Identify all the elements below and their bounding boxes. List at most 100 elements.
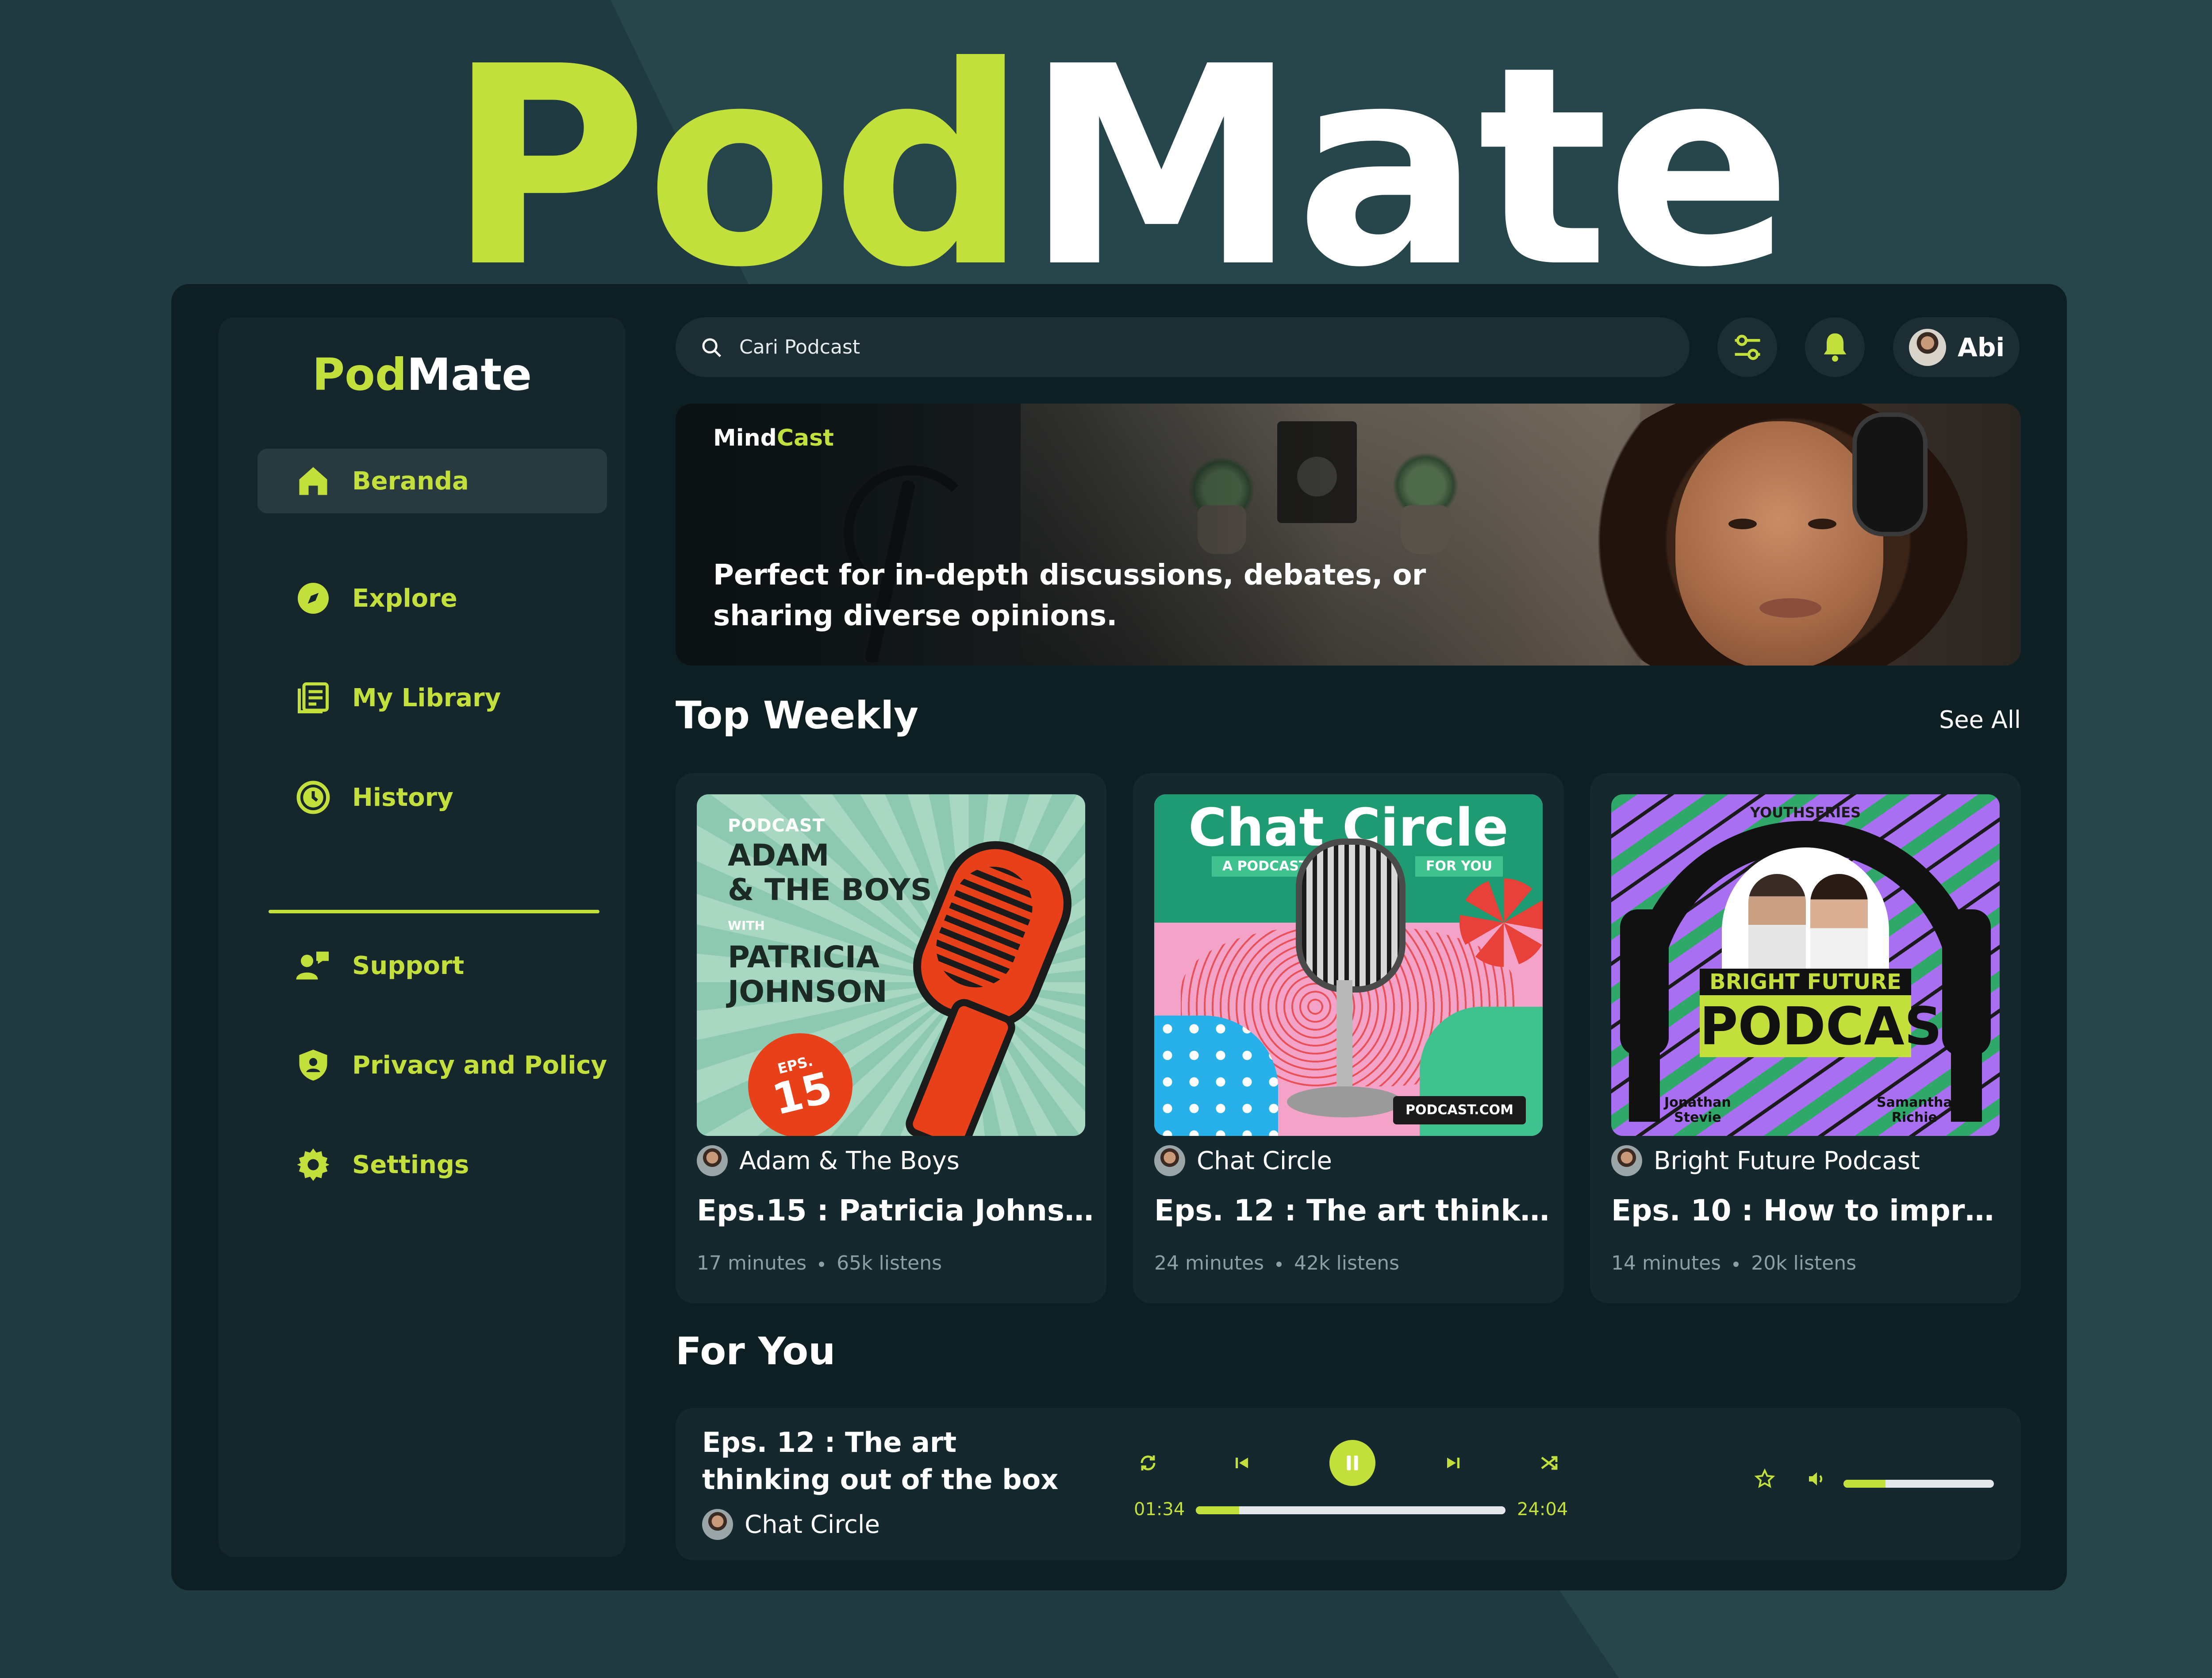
sliders-icon bbox=[1735, 335, 1760, 360]
cover-line: ADAM bbox=[728, 838, 830, 873]
user-profile-button[interactable]: Abi bbox=[1893, 317, 2020, 377]
host-name-line: Stevie bbox=[1674, 1110, 1721, 1125]
featured-banner[interactable]: MindCast Perfect for in-depth discussion… bbox=[676, 404, 2021, 666]
episode-title: Eps. 12 : The art thinking out of the bo… bbox=[1154, 1193, 1552, 1228]
banner-pot bbox=[1401, 505, 1450, 554]
volume-button[interactable] bbox=[1806, 1468, 1828, 1489]
app-window: PodMate Beranda Explore My Library Histo bbox=[171, 284, 2067, 1590]
search-input[interactable]: Cari Podcast bbox=[739, 336, 860, 358]
see-all-link[interactable]: See All bbox=[1939, 706, 2021, 734]
shuffle-icon bbox=[1541, 1456, 1558, 1470]
episode-stats: 14 minutes 20k listens bbox=[1611, 1252, 1856, 1274]
home-icon bbox=[295, 462, 332, 500]
repeat-button[interactable] bbox=[1137, 1452, 1159, 1474]
avatar bbox=[1909, 328, 1946, 366]
next-icon bbox=[1447, 1458, 1459, 1468]
cover-label: PODCAST bbox=[728, 816, 825, 836]
podcast-name: Bright Future Podcast bbox=[1654, 1146, 1920, 1175]
episode-duration: 24 minutes bbox=[1154, 1252, 1264, 1274]
pause-button[interactable] bbox=[1329, 1440, 1375, 1486]
section-title-for-you: For You bbox=[676, 1329, 836, 1374]
sidebar-logo-pod: Pod bbox=[312, 349, 407, 400]
player-source: Chat Circle bbox=[702, 1509, 880, 1540]
cover-pill: FOR YOU bbox=[1415, 856, 1503, 877]
sidebar-logo[interactable]: PodMate bbox=[219, 344, 626, 406]
current-time: 01:34 bbox=[1134, 1499, 1185, 1520]
cover-title: ADAM & THE BOYS bbox=[728, 839, 932, 908]
sidebar-item-label: Beranda bbox=[352, 466, 469, 496]
badge-number: 15 bbox=[768, 1062, 837, 1125]
shuffle-button[interactable] bbox=[1538, 1452, 1559, 1474]
sidebar-item-label: Settings bbox=[352, 1150, 469, 1179]
hero-logo-pod: Pod bbox=[447, 8, 1028, 327]
episode-listens: 65k listens bbox=[837, 1252, 942, 1274]
pause-icon bbox=[1347, 1455, 1358, 1470]
podcast-name: Adam & The Boys bbox=[739, 1146, 960, 1175]
sidebar-logo-mate: Mate bbox=[407, 349, 532, 400]
clock-icon bbox=[295, 779, 332, 816]
sidebar-item-settings[interactable]: Settings bbox=[257, 1132, 607, 1197]
volume-slider[interactable] bbox=[1843, 1480, 1994, 1488]
podcast-cover: Chat Circle A PODCAST FOR YOU PODCAST.CO… bbox=[1154, 794, 1543, 1136]
filter-button[interactable] bbox=[1717, 317, 1777, 377]
episode-duration: 17 minutes bbox=[697, 1252, 807, 1274]
podcast-card[interactable]: YOUTHSERIES BRIGHT FUTURE PODCAST Jonath… bbox=[1590, 773, 2021, 1303]
sidebar-item-label: My Library bbox=[352, 683, 501, 712]
podcast-name: Chat Circle bbox=[1197, 1146, 1332, 1175]
volume-icon bbox=[1809, 1472, 1823, 1486]
podcast-cover: YOUTHSERIES BRIGHT FUTURE PODCAST Jonath… bbox=[1611, 794, 2000, 1136]
volume-fill bbox=[1843, 1480, 1886, 1488]
total-time: 24:04 bbox=[1517, 1499, 1568, 1520]
star-icon bbox=[1754, 1468, 1775, 1488]
sidebar-item-my-library[interactable]: My Library bbox=[257, 666, 607, 730]
hero-logo-mate: Mate bbox=[1025, 8, 1792, 327]
episode-title: Eps. 10 : How to improve daily habits bbox=[1611, 1193, 2009, 1228]
player-episode-title[interactable]: Eps. 12 : The art thinking out of the bo… bbox=[702, 1424, 1091, 1498]
cover-line: & THE BOYS bbox=[728, 873, 932, 908]
favorite-button[interactable] bbox=[1754, 1468, 1775, 1489]
previous-icon bbox=[1236, 1458, 1248, 1468]
host-name-line: Jonathan bbox=[1664, 1095, 1731, 1110]
notifications-button[interactable] bbox=[1805, 317, 1865, 377]
episode-duration: 14 minutes bbox=[1611, 1252, 1721, 1274]
sidebar-item-history[interactable]: History bbox=[257, 765, 607, 830]
episode-title: Eps.15 : Patricia Johnson's Journey bbox=[697, 1193, 1095, 1228]
search-bar[interactable]: Cari Podcast bbox=[676, 317, 1690, 377]
progress-slider[interactable] bbox=[1196, 1506, 1505, 1514]
cover-line: BRIGHT FUTURE bbox=[1700, 969, 1911, 995]
episode-stats: 24 minutes 42k listens bbox=[1154, 1252, 1399, 1274]
sidebar-item-label: Privacy and Policy bbox=[352, 1051, 607, 1080]
next-button[interactable] bbox=[1443, 1452, 1464, 1474]
sidebar-item-explore[interactable]: Explore bbox=[257, 566, 607, 631]
avatar bbox=[702, 1509, 733, 1540]
banner-brand-cast: Cast bbox=[776, 425, 834, 451]
host-name-line: Richie bbox=[1891, 1110, 1937, 1125]
episode-stats: 17 minutes 65k listens bbox=[697, 1252, 942, 1274]
podcast-card[interactable]: Chat Circle A PODCAST FOR YOU PODCAST.CO… bbox=[1133, 773, 1564, 1303]
sidebar-item-support[interactable]: Support bbox=[257, 933, 607, 998]
user-name: Abi bbox=[1958, 332, 2005, 362]
podcast-source: Bright Future Podcast bbox=[1611, 1143, 1920, 1178]
avatar bbox=[1154, 1145, 1185, 1176]
compass-icon bbox=[295, 580, 332, 617]
mic-graphic bbox=[1296, 839, 1406, 993]
cover-line: PATRICIA bbox=[728, 940, 879, 975]
podcast-card[interactable]: PODCAST ADAM & THE BOYS WITH PATRICIA JOHN… bbox=[676, 773, 1106, 1303]
previous-button[interactable] bbox=[1231, 1452, 1252, 1474]
cover-series: YOUTHSERIES bbox=[1750, 804, 1861, 821]
sidebar: PodMate Beranda Explore My Library Histo bbox=[219, 317, 626, 1557]
cover-tag: PODCAST.COM bbox=[1393, 1096, 1526, 1124]
cover-line: JOHNSON bbox=[728, 974, 887, 1009]
sidebar-item-privacy[interactable]: Privacy and Policy bbox=[257, 1033, 607, 1097]
repeat-icon bbox=[1141, 1455, 1156, 1470]
cover-title: PODCAST bbox=[1700, 995, 1978, 1057]
bell-icon bbox=[1824, 333, 1846, 362]
sidebar-item-beranda[interactable]: Beranda bbox=[257, 449, 607, 513]
cover-guest: PATRICIA JOHNSON bbox=[728, 940, 887, 1009]
support-icon bbox=[295, 947, 332, 984]
hero-logo: PodMate bbox=[0, 31, 2212, 305]
search-icon bbox=[702, 338, 722, 357]
podcast-cover: PODCAST ADAM & THE BOYS WITH PATRICIA JOHN… bbox=[697, 794, 1085, 1136]
sidebar-item-label: History bbox=[352, 783, 453, 812]
shield-icon bbox=[295, 1047, 332, 1084]
